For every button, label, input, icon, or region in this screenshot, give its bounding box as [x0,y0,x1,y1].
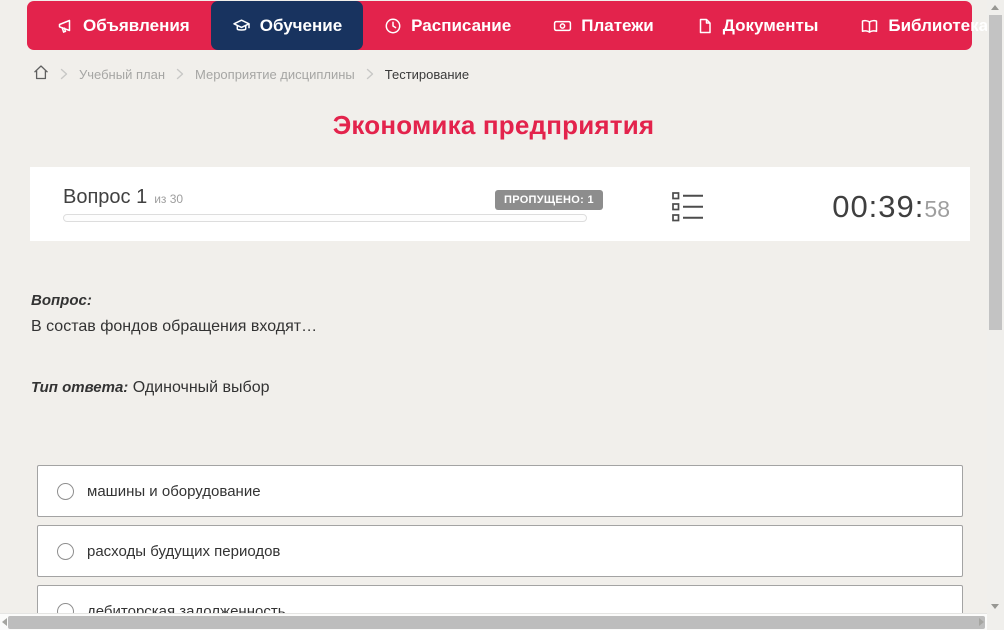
question-number: Вопрос 1 из 30 [63,186,184,208]
scroll-up-arrow-icon[interactable] [991,5,999,10]
megaphone-icon [56,17,74,35]
question-panel: Вопрос 1 из 30 ПРОПУЩЕНО: 1 00:39:58 [30,167,970,241]
timer-hours-minutes: 00:39: [832,189,925,224]
banknote-icon [553,17,572,35]
vertical-scrollbar[interactable] [987,0,1004,613]
answer-option-2[interactable]: расходы будущих периодов [37,525,963,577]
nav-item-payments[interactable]: Платежи [532,1,675,50]
skipped-badge: ПРОПУЩЕНО: 1 [495,190,603,210]
answer-options: машины и оборудование расходы будущих пе… [37,465,963,630]
page-content: Объявления Обучение Расписание Платежи Д… [0,0,987,630]
answer-type: Тип ответа: Одиночный выбор [31,377,956,398]
breadcrumb-item-testing: Тестирование [384,66,470,82]
scrollbar-corner [987,613,1004,630]
breadcrumb: Учебный план Мероприятие дисциплины Тест… [33,64,987,84]
answer-option-1[interactable]: машины и оборудование [37,465,963,517]
top-navbar: Объявления Обучение Расписание Платежи Д… [27,1,987,50]
nav-item-label: Расписание [411,15,512,35]
page-title: Экономика предприятия [332,110,655,140]
nav-item-announcements[interactable]: Объявления [35,1,211,50]
breadcrumb-separator-icon [366,68,374,80]
scroll-down-arrow-icon[interactable] [991,604,999,609]
question-prompt-label: Вопрос: [31,292,92,309]
nav-item-documents[interactable]: Документы [675,1,840,50]
nav-item-education[interactable]: Обучение [210,1,364,50]
nav-item-schedule[interactable]: Расписание [363,1,532,50]
scroll-left-arrow-icon[interactable] [2,618,7,626]
radio-button[interactable] [57,542,74,560]
home-icon[interactable] [33,64,49,84]
horizontal-scrollbar-thumb[interactable] [8,616,985,629]
nav-item-label: Документы [722,15,819,35]
nav-item-label: Библиотека [888,15,987,35]
graduation-cap-icon [232,17,251,35]
timer-seconds: 58 [924,196,950,222]
nav-item-label: Обучение [259,15,343,35]
radio-button[interactable] [57,482,74,500]
answer-option-label: машины и оборудование [87,482,261,500]
answer-type-label: Тип ответа: [31,379,129,396]
breadcrumb-separator-icon [176,68,184,80]
question-prompt-text: В состав фондов обращения входят… [31,318,318,335]
breadcrumb-item-curriculum[interactable]: Учебный план [79,67,165,82]
question-total: из 30 [154,192,184,206]
list-icon [672,192,704,227]
answer-option-label: расходы будущих периодов [87,542,281,560]
progress-bar [63,214,587,222]
nav-item-label: Платежи [581,15,654,35]
question-body: Вопрос: В состав фондов обращения входят… [31,291,956,398]
document-icon [696,17,714,35]
question-list-button[interactable] [672,191,704,223]
timer: 00:39:58 [832,189,950,225]
breadcrumb-item-discipline-event[interactable]: Мероприятие дисциплины [195,67,355,82]
vertical-scrollbar-thumb[interactable] [989,15,1002,330]
horizontal-scrollbar[interactable] [0,613,987,630]
clock-icon [384,17,402,35]
nav-item-library[interactable]: Библиотека [839,1,987,50]
open-book-icon [860,17,879,35]
answer-type-value: Одиночный выбор [132,379,270,396]
scroll-right-arrow-icon[interactable] [979,618,984,626]
breadcrumb-separator-icon [60,68,68,80]
nav-item-label: Объявления [83,15,190,35]
